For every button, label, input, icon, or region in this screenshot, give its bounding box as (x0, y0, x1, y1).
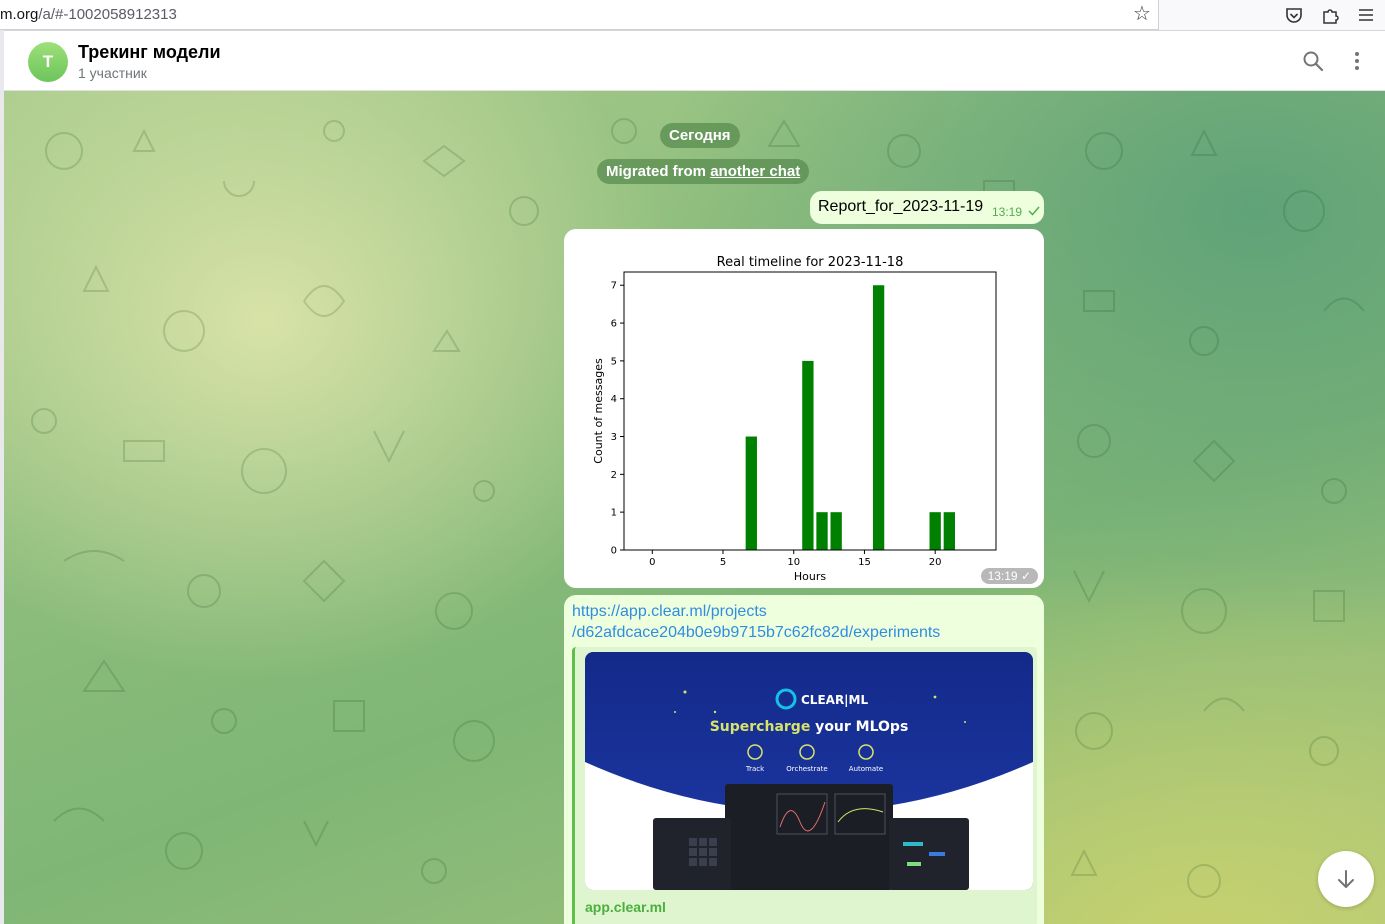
x-tick-label: 5 (720, 557, 726, 568)
bar-chart: 0 5 10 15 20 0 1 2 3 4 5 6 7 Real timeline for 2023… (592, 255, 997, 583)
chart-bar (816, 512, 828, 550)
y-tick-label: 7 (611, 281, 617, 292)
another-chat-link[interactable]: another chat (710, 163, 800, 180)
link-message[interactable]: https://app.clear.ml/projects /d62afdcac… (564, 595, 1044, 924)
image-time: 13:19 ✓ (980, 568, 1038, 584)
extensions-icon[interactable] (1319, 4, 1341, 26)
migrated-notice: Migrated from another chat (597, 159, 810, 184)
message-link[interactable]: https://app.clear.ml/projects /d62afdcac… (572, 601, 1032, 643)
url-field[interactable]: m.org/a/#-1002058912313 ☆ (0, 0, 1159, 30)
arrow-down-icon (1338, 870, 1354, 888)
x-tick-label: 20 (929, 557, 942, 568)
preview-headline: Supercharge your MLOps (710, 719, 909, 735)
chat-subtitle: 1 участник (78, 65, 147, 81)
preview-screenshot (725, 784, 893, 890)
x-tick-label: 0 (649, 557, 655, 568)
chat-header: T Трекинг модели 1 участник (4, 31, 1385, 91)
y-tick-label: 4 (611, 394, 617, 405)
chart-title: Real timeline for 2023-11-18 (717, 255, 904, 270)
x-tick-label: 15 (858, 557, 871, 568)
browser-toolbar: m.org/a/#-1002058912313 ☆ (0, 0, 1385, 31)
search-icon[interactable] (1301, 49, 1325, 73)
x-tick-label: 10 (787, 557, 800, 568)
chart-bar (745, 436, 757, 550)
y-tick-label: 5 (611, 356, 617, 367)
url-text[interactable]: m.org/a/#-1002058912313 (0, 6, 177, 23)
check-icon (1028, 206, 1040, 216)
message-time: 13:19 (992, 205, 1023, 219)
y-tick-label: 2 (611, 470, 617, 481)
chart-bar (802, 360, 814, 550)
y-axis-label: Count of messages (592, 358, 605, 464)
y-tick-label: 3 (611, 432, 617, 443)
message-bubble[interactable]: Report_for_2023-11-19 13:19 (810, 191, 1044, 224)
chart-bar (830, 512, 842, 550)
chat-area[interactable]: Сегодня Migrated from another chat Repor… (4, 91, 1385, 924)
chart-bar (929, 512, 941, 550)
y-tick-label: 6 (611, 319, 617, 330)
y-tick-label: 0 (611, 546, 617, 557)
preview-logo: CLEAR|ML (801, 693, 869, 707)
more-vertical-icon[interactable] (1345, 49, 1369, 73)
avatar[interactable]: T (28, 42, 68, 82)
x-axis-label: Hours (794, 570, 826, 583)
date-separator: Сегодня (660, 123, 740, 148)
y-tick-label: 1 (611, 508, 617, 519)
chat-title[interactable]: Трекинг модели (78, 42, 221, 63)
chart-bar (872, 285, 885, 550)
message-text: Report_for_2023-11-19 (818, 198, 984, 215)
preview-feature: Automate (849, 765, 883, 773)
preview-feature: Orchestrate (786, 765, 827, 773)
chart-bar (943, 512, 955, 550)
menu-icon[interactable] (1355, 4, 1377, 26)
star-icon[interactable]: ☆ (1133, 3, 1151, 25)
scroll-down-button[interactable] (1318, 851, 1374, 907)
preview-image[interactable]: CLEAR|ML Supercharge your MLOps Track Or… (585, 652, 1033, 890)
preview-feature: Track (745, 765, 765, 773)
chart-image-message[interactable]: 0 5 10 15 20 0 1 2 3 4 5 6 7 Real timeline for 2023… (564, 229, 1044, 588)
site-name[interactable]: app.clear.ml (585, 899, 666, 915)
link-preview[interactable]: CLEAR|ML Supercharge your MLOps Track Or… (572, 647, 1037, 924)
pocket-icon[interactable] (1283, 4, 1305, 26)
